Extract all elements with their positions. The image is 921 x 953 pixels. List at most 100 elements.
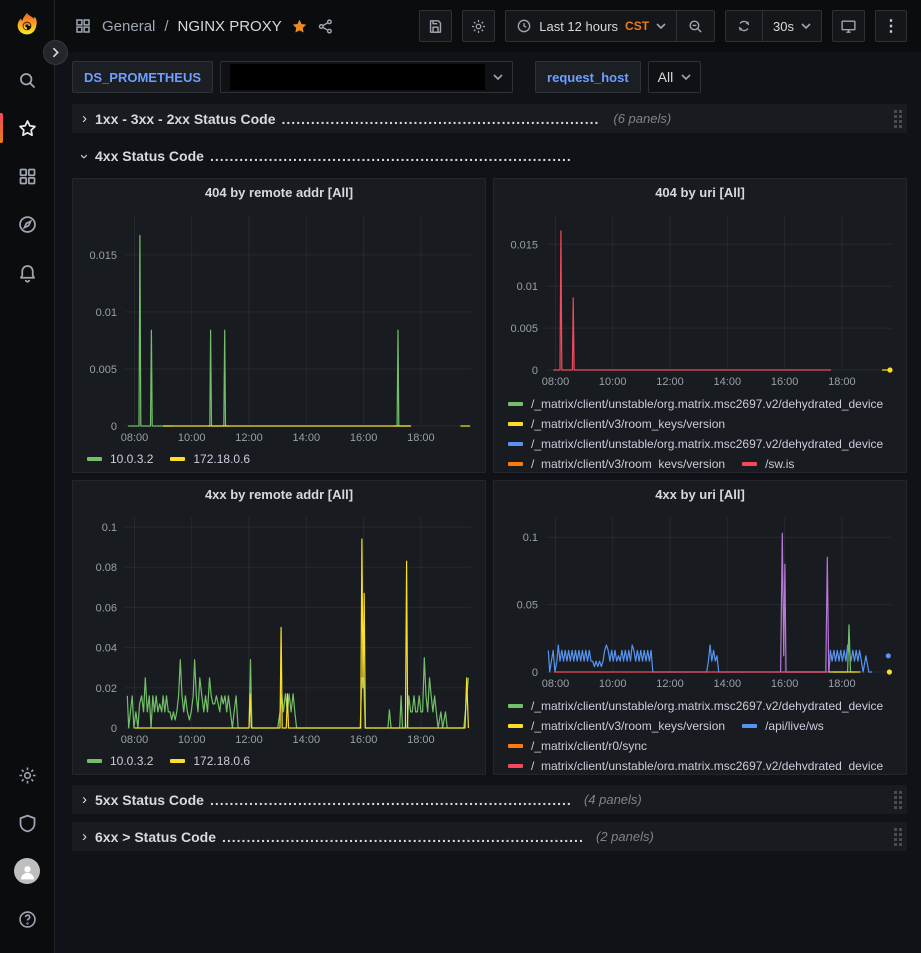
svg-text:0.02: 0.02 xyxy=(96,683,117,695)
row-drag-handle[interactable] xyxy=(894,110,902,128)
sidebar-item-alerting[interactable] xyxy=(0,248,55,296)
legend-label: 10.0.3.2 xyxy=(110,448,153,470)
legend-color-swatch xyxy=(170,759,185,763)
legend-item[interactable]: /_matrix/client/v3/room_keys/version xyxy=(508,716,725,736)
chart-canvas[interactable]: 00.0050.010.01508:0010:0012:0014:0016:00… xyxy=(79,206,479,446)
svg-text:12:00: 12:00 xyxy=(235,734,263,746)
sidebar-item-profile[interactable] xyxy=(0,847,55,895)
zoom-out-button[interactable] xyxy=(676,11,714,41)
chevron-down-icon xyxy=(656,23,666,29)
sidebar-item-search[interactable] xyxy=(0,56,55,104)
star-icon xyxy=(17,118,38,139)
svg-text:0: 0 xyxy=(111,421,117,433)
compass-icon xyxy=(17,214,38,235)
bell-icon xyxy=(17,262,38,283)
panel-404-by-uri: 404 by uri [All] 00.0050.010.01508:0010:… xyxy=(493,178,907,473)
sidebar-item-dashboards[interactable] xyxy=(0,152,55,200)
panel-4xx-by-remote-addr: 4xx by remote addr [All] 00.020.040.060.… xyxy=(72,480,486,775)
share-icon[interactable] xyxy=(317,18,334,35)
chevron-down-icon xyxy=(681,74,691,80)
svg-text:0.01: 0.01 xyxy=(517,281,538,293)
gear-icon xyxy=(17,765,38,786)
sidebar-item-server-admin[interactable] xyxy=(0,799,55,847)
legend-label: /_matrix/client/r0/sync xyxy=(531,736,647,756)
svg-text:08:00: 08:00 xyxy=(121,432,149,444)
sidebar-item-starred[interactable] xyxy=(0,104,55,152)
kebab-menu-icon: ⋮ xyxy=(883,16,899,36)
svg-text:18:00: 18:00 xyxy=(407,432,435,444)
legend-item[interactable]: /_matrix/client/unstable/org.matrix.msc2… xyxy=(508,434,883,454)
refresh-button[interactable] xyxy=(726,11,762,41)
row-title: 1xx - 3xx - 2xx Status Code xyxy=(95,111,276,127)
legend-item[interactable]: /_matrix/client/unstable/org.matrix.msc2… xyxy=(508,756,883,770)
legend-item[interactable]: /api/live/ws xyxy=(742,716,824,736)
row-header-6xx[interactable]: › 6xx > Status Code ....................… xyxy=(72,822,907,851)
legend-color-swatch xyxy=(508,462,523,466)
legend-item[interactable]: /sw.js xyxy=(742,454,794,468)
legend-item[interactable]: /_matrix/client/unstable/org.matrix.msc2… xyxy=(508,696,883,716)
refresh-interval-picker[interactable]: 30s xyxy=(762,11,821,41)
breadcrumb-separator: / xyxy=(164,18,168,35)
svg-text:10:00: 10:00 xyxy=(178,432,206,444)
panel-title[interactable]: 4xx by uri [All] xyxy=(500,481,900,508)
save-dashboard-button[interactable] xyxy=(419,10,452,42)
breadcrumb-section[interactable]: General xyxy=(102,18,155,35)
favorite-star-icon[interactable] xyxy=(291,18,308,35)
legend-item[interactable]: 10.0.3.2 xyxy=(87,750,153,772)
variable-select-request-host[interactable]: All xyxy=(648,61,702,93)
chart-canvas[interactable]: 00.0050.010.01508:0010:0012:0014:0016:00… xyxy=(500,206,900,390)
variable-select-ds-prometheus[interactable] xyxy=(220,61,513,93)
legend-item[interactable]: 172.18.0.6 xyxy=(170,448,250,470)
redacted-value xyxy=(230,64,485,90)
svg-text:14:00: 14:00 xyxy=(293,734,321,746)
shield-icon xyxy=(17,813,38,834)
cycle-view-mode-button[interactable] xyxy=(832,10,865,42)
sidebar-item-help[interactable] xyxy=(0,895,55,943)
chart-canvas[interactable]: 00.050.108:0010:0012:0014:0016:0018:00 xyxy=(500,508,900,692)
row-drag-handle[interactable] xyxy=(894,791,902,809)
clock-icon xyxy=(516,18,532,34)
grafana-logo[interactable] xyxy=(10,8,44,42)
legend-item[interactable]: 10.0.3.2 xyxy=(87,448,153,470)
chart-legend: /_matrix/client/unstable/org.matrix.msc2… xyxy=(500,696,900,770)
row-drag-handle[interactable] xyxy=(894,828,902,846)
dashboard-header: General / NGINX PROXY Last 12 hour xyxy=(55,0,921,52)
legend-item[interactable]: 172.18.0.6 xyxy=(170,750,250,772)
svg-text:0.08: 0.08 xyxy=(96,562,117,574)
panel-title[interactable]: 4xx by remote addr [All] xyxy=(79,481,479,508)
svg-text:10:00: 10:00 xyxy=(599,376,627,388)
row-header-5xx[interactable]: › 5xx Status Code ......................… xyxy=(72,785,907,814)
more-options-button[interactable]: ⋮ xyxy=(875,10,907,42)
dashboard-settings-button[interactable] xyxy=(462,10,495,42)
legend-item[interactable]: /_matrix/client/v3/room_keys/version xyxy=(508,414,725,434)
chart-canvas[interactable]: 00.020.040.060.080.108:0010:0012:0014:00… xyxy=(79,508,479,748)
svg-text:10:00: 10:00 xyxy=(178,734,206,746)
row-header-1xx-3xx-2xx[interactable]: › 1xx - 3xx - 2xx Status Code ..........… xyxy=(72,104,907,133)
svg-text:18:00: 18:00 xyxy=(828,678,856,690)
legend-label: /_matrix/client/unstable/org.matrix.msc2… xyxy=(531,756,883,770)
svg-text:12:00: 12:00 xyxy=(235,432,263,444)
row-header-4xx[interactable]: › 4xx Status Code ......................… xyxy=(72,141,907,170)
sidebar-item-explore[interactable] xyxy=(0,200,55,248)
legend-label: /api/live/ws xyxy=(765,716,824,736)
panel-title[interactable]: 404 by uri [All] xyxy=(500,179,900,206)
chevron-down-icon: › xyxy=(76,154,93,159)
sidebar-expand-button[interactable] xyxy=(43,40,68,65)
legend-item[interactable]: /_matrix/client/unstable/org.matrix.msc2… xyxy=(508,394,883,414)
chevron-right-icon: › xyxy=(82,110,87,127)
chevron-down-icon xyxy=(801,23,811,29)
time-range-picker[interactable]: Last 12 hours CST xyxy=(506,11,676,41)
legend-item[interactable]: /_matrix/client/v3/room_keys/version xyxy=(508,454,725,468)
svg-text:18:00: 18:00 xyxy=(828,376,856,388)
row-title: 4xx Status Code xyxy=(95,148,204,164)
svg-text:14:00: 14:00 xyxy=(293,432,321,444)
legend-color-swatch xyxy=(508,704,523,708)
panel-title[interactable]: 404 by remote addr [All] xyxy=(79,179,479,206)
panel-4xx-by-uri: 4xx by uri [All] 00.050.108:0010:0012:00… xyxy=(493,480,907,775)
legend-item[interactable]: /_matrix/client/r0/sync xyxy=(508,736,647,756)
svg-text:0: 0 xyxy=(111,723,117,735)
svg-text:0: 0 xyxy=(532,365,538,377)
sidebar-item-configuration[interactable] xyxy=(0,751,55,799)
question-circle-icon xyxy=(17,909,38,930)
svg-text:0.015: 0.015 xyxy=(510,239,538,251)
